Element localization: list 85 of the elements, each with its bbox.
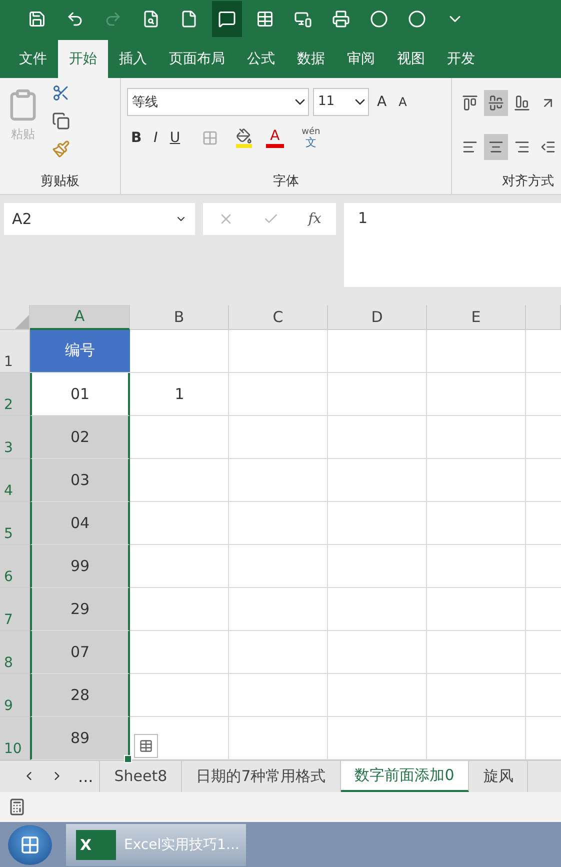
header-cell: 编号 (30, 330, 130, 373)
row-header[interactable]: 9 (0, 674, 30, 717)
table-cell: 07 (30, 630, 130, 674)
comment-icon[interactable] (218, 10, 236, 28)
align-button[interactable] (484, 134, 508, 160)
grow-font-button[interactable]: A (373, 94, 391, 110)
ribbon-tab[interactable]: 数据 (286, 40, 336, 78)
table-cell: 02 (30, 416, 130, 459)
row-header[interactable]: 2 (0, 372, 30, 416)
ribbon-tab[interactable]: 插入 (108, 40, 158, 78)
font-style-button[interactable]: I (150, 130, 162, 146)
align-icon[interactable] (462, 138, 478, 155)
printer-icon[interactable] (332, 10, 350, 28)
undo-icon[interactable] (66, 10, 84, 28)
column-header[interactable]: A (30, 304, 130, 330)
ribbon-tab[interactable]: 开发 (436, 40, 486, 78)
ribbon-tab[interactable]: 页面布局 (158, 40, 236, 78)
row-header[interactable]: 4 (0, 458, 30, 502)
font-name-dropdown[interactable]: 等线 (127, 88, 309, 116)
phonetic-label[interactable]: 文 (305, 136, 316, 148)
copy-icon[interactable] (52, 112, 70, 130)
start-button[interactable] (8, 824, 52, 865)
name-box[interactable]: A2 (4, 203, 195, 236)
fill-color-button[interactable] (236, 128, 252, 148)
ribbon-tab[interactable]: 文件 (8, 40, 58, 78)
paint-bucket-icon[interactable] (236, 128, 252, 144)
table-cell: 03 (30, 458, 130, 502)
ribbon-tab[interactable]: 开始 (58, 40, 108, 78)
table-cell: 99 (30, 544, 130, 588)
font-style-button[interactable]: B (127, 130, 146, 146)
table-cell: 28 (30, 674, 130, 717)
quick-analysis-button[interactable] (134, 734, 158, 758)
align-button[interactable] (484, 90, 508, 116)
function-button[interactable]: fx (308, 211, 322, 228)
font-size-dropdown[interactable]: 11 (313, 88, 369, 116)
table-cell: 01 (30, 372, 130, 416)
devices-icon[interactable] (294, 10, 312, 28)
column-header[interactable]: E (427, 304, 526, 330)
align-icon[interactable] (462, 94, 478, 111)
align-icon[interactable] (488, 138, 504, 155)
row-header[interactable]: 3 (0, 416, 30, 459)
table-cell-text: 1 (174, 384, 186, 406)
align-icon[interactable] (488, 94, 504, 111)
formula-field[interactable]: 1 (344, 203, 561, 288)
windows-icon[interactable] (20, 834, 40, 855)
ribbon-tab[interactable]: 审阅 (336, 40, 386, 78)
more-sheets-button[interactable]: ... (78, 766, 94, 786)
ribbon-tab[interactable]: 公式 (236, 40, 286, 78)
ribbon-tab[interactable]: 视图 (386, 40, 436, 78)
row-header[interactable]: 1 (0, 330, 30, 373)
paintbrush-icon[interactable] (52, 140, 70, 158)
table-cell: 29 (30, 588, 130, 631)
table-cell: 89 (30, 716, 130, 760)
shrink-font-button[interactable]: A (394, 94, 411, 109)
column-header[interactable]: C (229, 304, 328, 330)
align-icon[interactable] (540, 138, 556, 155)
circle-icon[interactable] (408, 10, 426, 28)
taskbar-app-button[interactable]: X Excel实用技巧1... (66, 824, 246, 866)
group-label: 剪贴板 (40, 173, 80, 192)
font-color-button[interactable]: A (266, 128, 284, 148)
circle-icon[interactable] (370, 10, 388, 28)
excel-icon: X (76, 830, 116, 860)
group-label: 对齐方式 (501, 173, 555, 192)
column-header[interactable]: B (130, 304, 229, 330)
group-label: 字体 (272, 173, 300, 192)
font-style-button[interactable]: U (166, 130, 184, 146)
comment-button[interactable] (212, 0, 242, 37)
row-header[interactable]: 7 (0, 588, 30, 631)
align-icon[interactable] (514, 138, 530, 155)
row-header[interactable]: 8 (0, 630, 30, 674)
calculator-icon[interactable] (8, 798, 26, 816)
align-icon[interactable] (514, 94, 530, 111)
magnifier-document-icon[interactable] (142, 10, 160, 28)
row-header[interactable]: 6 (0, 544, 30, 588)
table-icon[interactable] (139, 738, 153, 753)
table-cell: 04 (30, 502, 130, 545)
cut-icon[interactable] (52, 84, 70, 102)
document-icon[interactable] (180, 10, 198, 28)
column-header[interactable]: D (328, 304, 427, 330)
save-icon[interactable] (28, 10, 46, 28)
phonetic-label[interactable]: wén (302, 128, 320, 137)
fill-handle[interactable] (124, 754, 132, 763)
row-header[interactable]: 5 (0, 502, 30, 545)
sheet-tab[interactable]: 数字前面添加0 (340, 760, 470, 792)
row-header[interactable]: 10 (0, 716, 30, 760)
